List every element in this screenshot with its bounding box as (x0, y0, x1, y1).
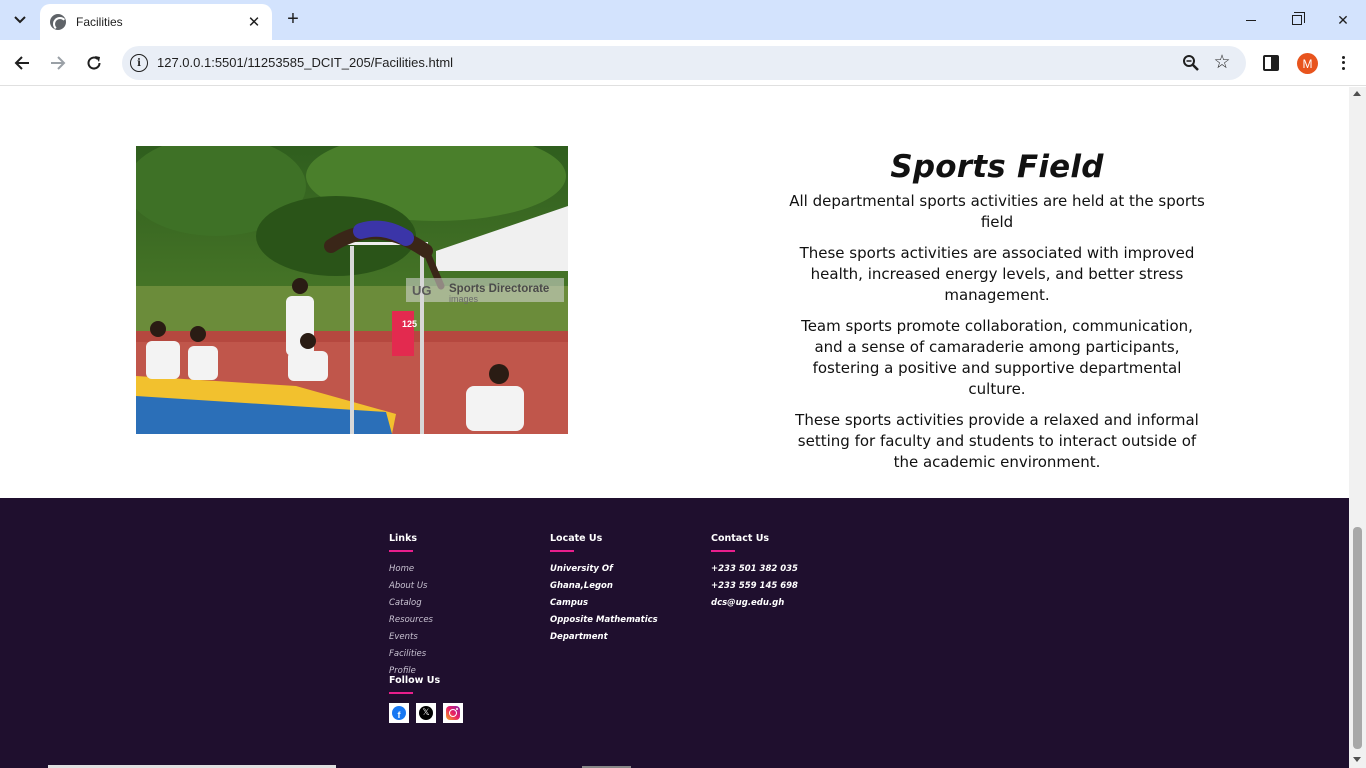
bib-number: 125 (402, 319, 417, 329)
zoom-icon[interactable] (1182, 54, 1200, 72)
footer-links-column: Links Home About Us Catalog Resources Ev… (389, 533, 433, 680)
close-window-button[interactable]: ✕ (1320, 0, 1366, 40)
footer-link-about-us[interactable]: About Us (389, 578, 433, 595)
address-line: Opposite Mathematics (550, 614, 658, 625)
email-address[interactable]: dcs@ug.edu.gh (711, 595, 831, 612)
browser-toolbar: i 127.0.0.1:5501/11253585_DCIT_205/Facil… (0, 40, 1366, 86)
url-text[interactable]: 127.0.0.1:5501/11253585_DCIT_205/Facilit… (157, 55, 453, 70)
x-link[interactable]: 𝕏 (416, 702, 436, 723)
tab-search-chevron-icon[interactable] (6, 7, 34, 33)
heading-underline (389, 692, 413, 694)
phone-number[interactable]: +233 559 145 698 (711, 578, 831, 595)
footer-link-events[interactable]: Events (389, 629, 433, 646)
sports-field-image: 125 UG Sports Directorate images (136, 146, 568, 434)
browser-tab-bar: Facilities ✕ + ✕ (0, 0, 1366, 40)
minimize-button[interactable] (1228, 0, 1274, 40)
footer-link-facilities[interactable]: Facilities (389, 646, 433, 663)
facebook-icon: f (392, 705, 406, 720)
restore-button[interactable] (1274, 0, 1320, 40)
scroll-down-arrow-icon[interactable] (1353, 757, 1361, 762)
footer-link-resources[interactable]: Resources (389, 612, 433, 629)
new-tab-icon[interactable]: + (282, 9, 304, 31)
footer-link-catalog[interactable]: Catalog (389, 595, 433, 612)
side-panel-icon[interactable] (1263, 55, 1279, 71)
footer-links-heading: Links (389, 533, 418, 544)
heading-underline (550, 550, 574, 552)
back-arrow-icon[interactable] (8, 49, 36, 77)
facility-paragraph: These sports activities provide a relaxe… (795, 411, 1199, 471)
bookmark-star-icon[interactable]: ☆ (1212, 51, 1232, 74)
facility-description: Sports Field All departmental sports act… (782, 149, 1212, 483)
instagram-link[interactable] (443, 702, 463, 723)
address-bar[interactable]: i 127.0.0.1:5501/11253585_DCIT_205/Facil… (122, 46, 1246, 80)
address-line: Department (550, 631, 608, 642)
follow-us-section: Follow Us f 𝕏 (389, 675, 463, 723)
follow-us-heading: Follow Us (389, 675, 441, 686)
reload-icon[interactable] (80, 49, 108, 77)
heading-underline (389, 550, 413, 552)
x-icon: 𝕏 (419, 705, 433, 720)
profile-avatar[interactable]: M (1297, 53, 1318, 74)
facility-paragraph: All departmental sports activities are h… (789, 192, 1205, 231)
facility-paragraph: Team sports promote collaboration, commu… (801, 317, 1193, 398)
browser-tab[interactable]: Facilities ✕ (40, 4, 272, 40)
site-footer: Links Home About Us Catalog Resources Ev… (0, 498, 1349, 768)
site-info-icon[interactable]: i (130, 54, 148, 72)
scrollbar-thumb[interactable] (1353, 527, 1362, 749)
facility-paragraph: These sports activities are associated w… (799, 244, 1195, 304)
facility-title: Sports Field (890, 149, 1104, 185)
footer-contact-column: Contact Us +233 501 382 035 +233 559 145… (711, 533, 831, 612)
watermark-sub: images (449, 294, 479, 304)
globe-icon (50, 14, 67, 31)
facebook-link[interactable]: f (389, 702, 409, 723)
address-line: University Of Ghana,Legon (550, 563, 613, 591)
browser-menu-icon[interactable] (1336, 52, 1350, 74)
instagram-icon (446, 705, 460, 720)
phone-number[interactable]: +233 501 382 035 (711, 561, 831, 578)
heading-underline (711, 550, 735, 552)
page-scrollbar[interactable] (1349, 87, 1366, 768)
forward-arrow-icon[interactable] (44, 49, 72, 77)
footer-contact-heading: Contact Us (711, 533, 770, 544)
page-viewport: 125 UG Sports Directorate images Sports … (0, 87, 1349, 768)
address-line: Campus (550, 597, 589, 608)
footer-locate-column: Locate Us University Of Ghana,Legon Camp… (550, 533, 670, 646)
social-links: f 𝕏 (389, 702, 463, 723)
tab-title: Facilities (76, 15, 123, 29)
footer-locate-heading: Locate Us (550, 533, 603, 544)
footer-link-home[interactable]: Home (389, 561, 433, 578)
watermark-logo: UG (412, 283, 432, 298)
tab-close-icon[interactable]: ✕ (246, 13, 262, 31)
scroll-up-arrow-icon[interactable] (1353, 91, 1361, 96)
